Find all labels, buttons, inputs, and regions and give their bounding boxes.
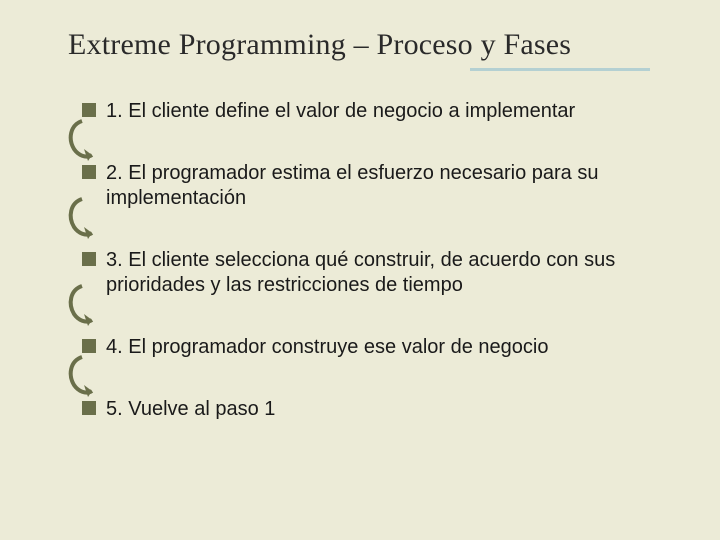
square-bullet-icon <box>82 165 96 179</box>
list-item-text: 4. El programador construye ese valor de… <box>106 335 548 359</box>
list-item-text: 1. El cliente define el valor de negocio… <box>106 99 575 123</box>
flow-arrow-icon <box>64 119 100 163</box>
square-bullet-icon <box>82 339 96 353</box>
flow-arrow-icon <box>64 197 100 241</box>
list-item-text: 3. El cliente selecciona qué construir, … <box>106 248 670 297</box>
title-underline <box>470 68 650 71</box>
flow-arrow-icon <box>64 284 100 328</box>
list-item: 4. El programador construye ese valor de… <box>82 335 670 359</box>
list-item: 2. El programador estima el esfuerzo nec… <box>82 161 670 210</box>
slide-title: Extreme Programming – Proceso y Fases <box>68 28 670 62</box>
list-item-text: 2. El programador estima el esfuerzo nec… <box>106 161 670 210</box>
list-item: 5. Vuelve al paso 1 <box>82 397 670 421</box>
list-item: 3. El cliente selecciona qué construir, … <box>82 248 670 297</box>
list-item-text: 5. Vuelve al paso 1 <box>106 397 275 421</box>
slide: Extreme Programming – Proceso y Fases 1.… <box>0 0 720 540</box>
bullet-list: 1. El cliente define el valor de negocio… <box>50 99 670 422</box>
square-bullet-icon <box>82 401 96 415</box>
list-item: 1. El cliente define el valor de negocio… <box>82 99 670 123</box>
square-bullet-icon <box>82 103 96 117</box>
flow-arrow-icon <box>64 355 100 399</box>
square-bullet-icon <box>82 252 96 266</box>
